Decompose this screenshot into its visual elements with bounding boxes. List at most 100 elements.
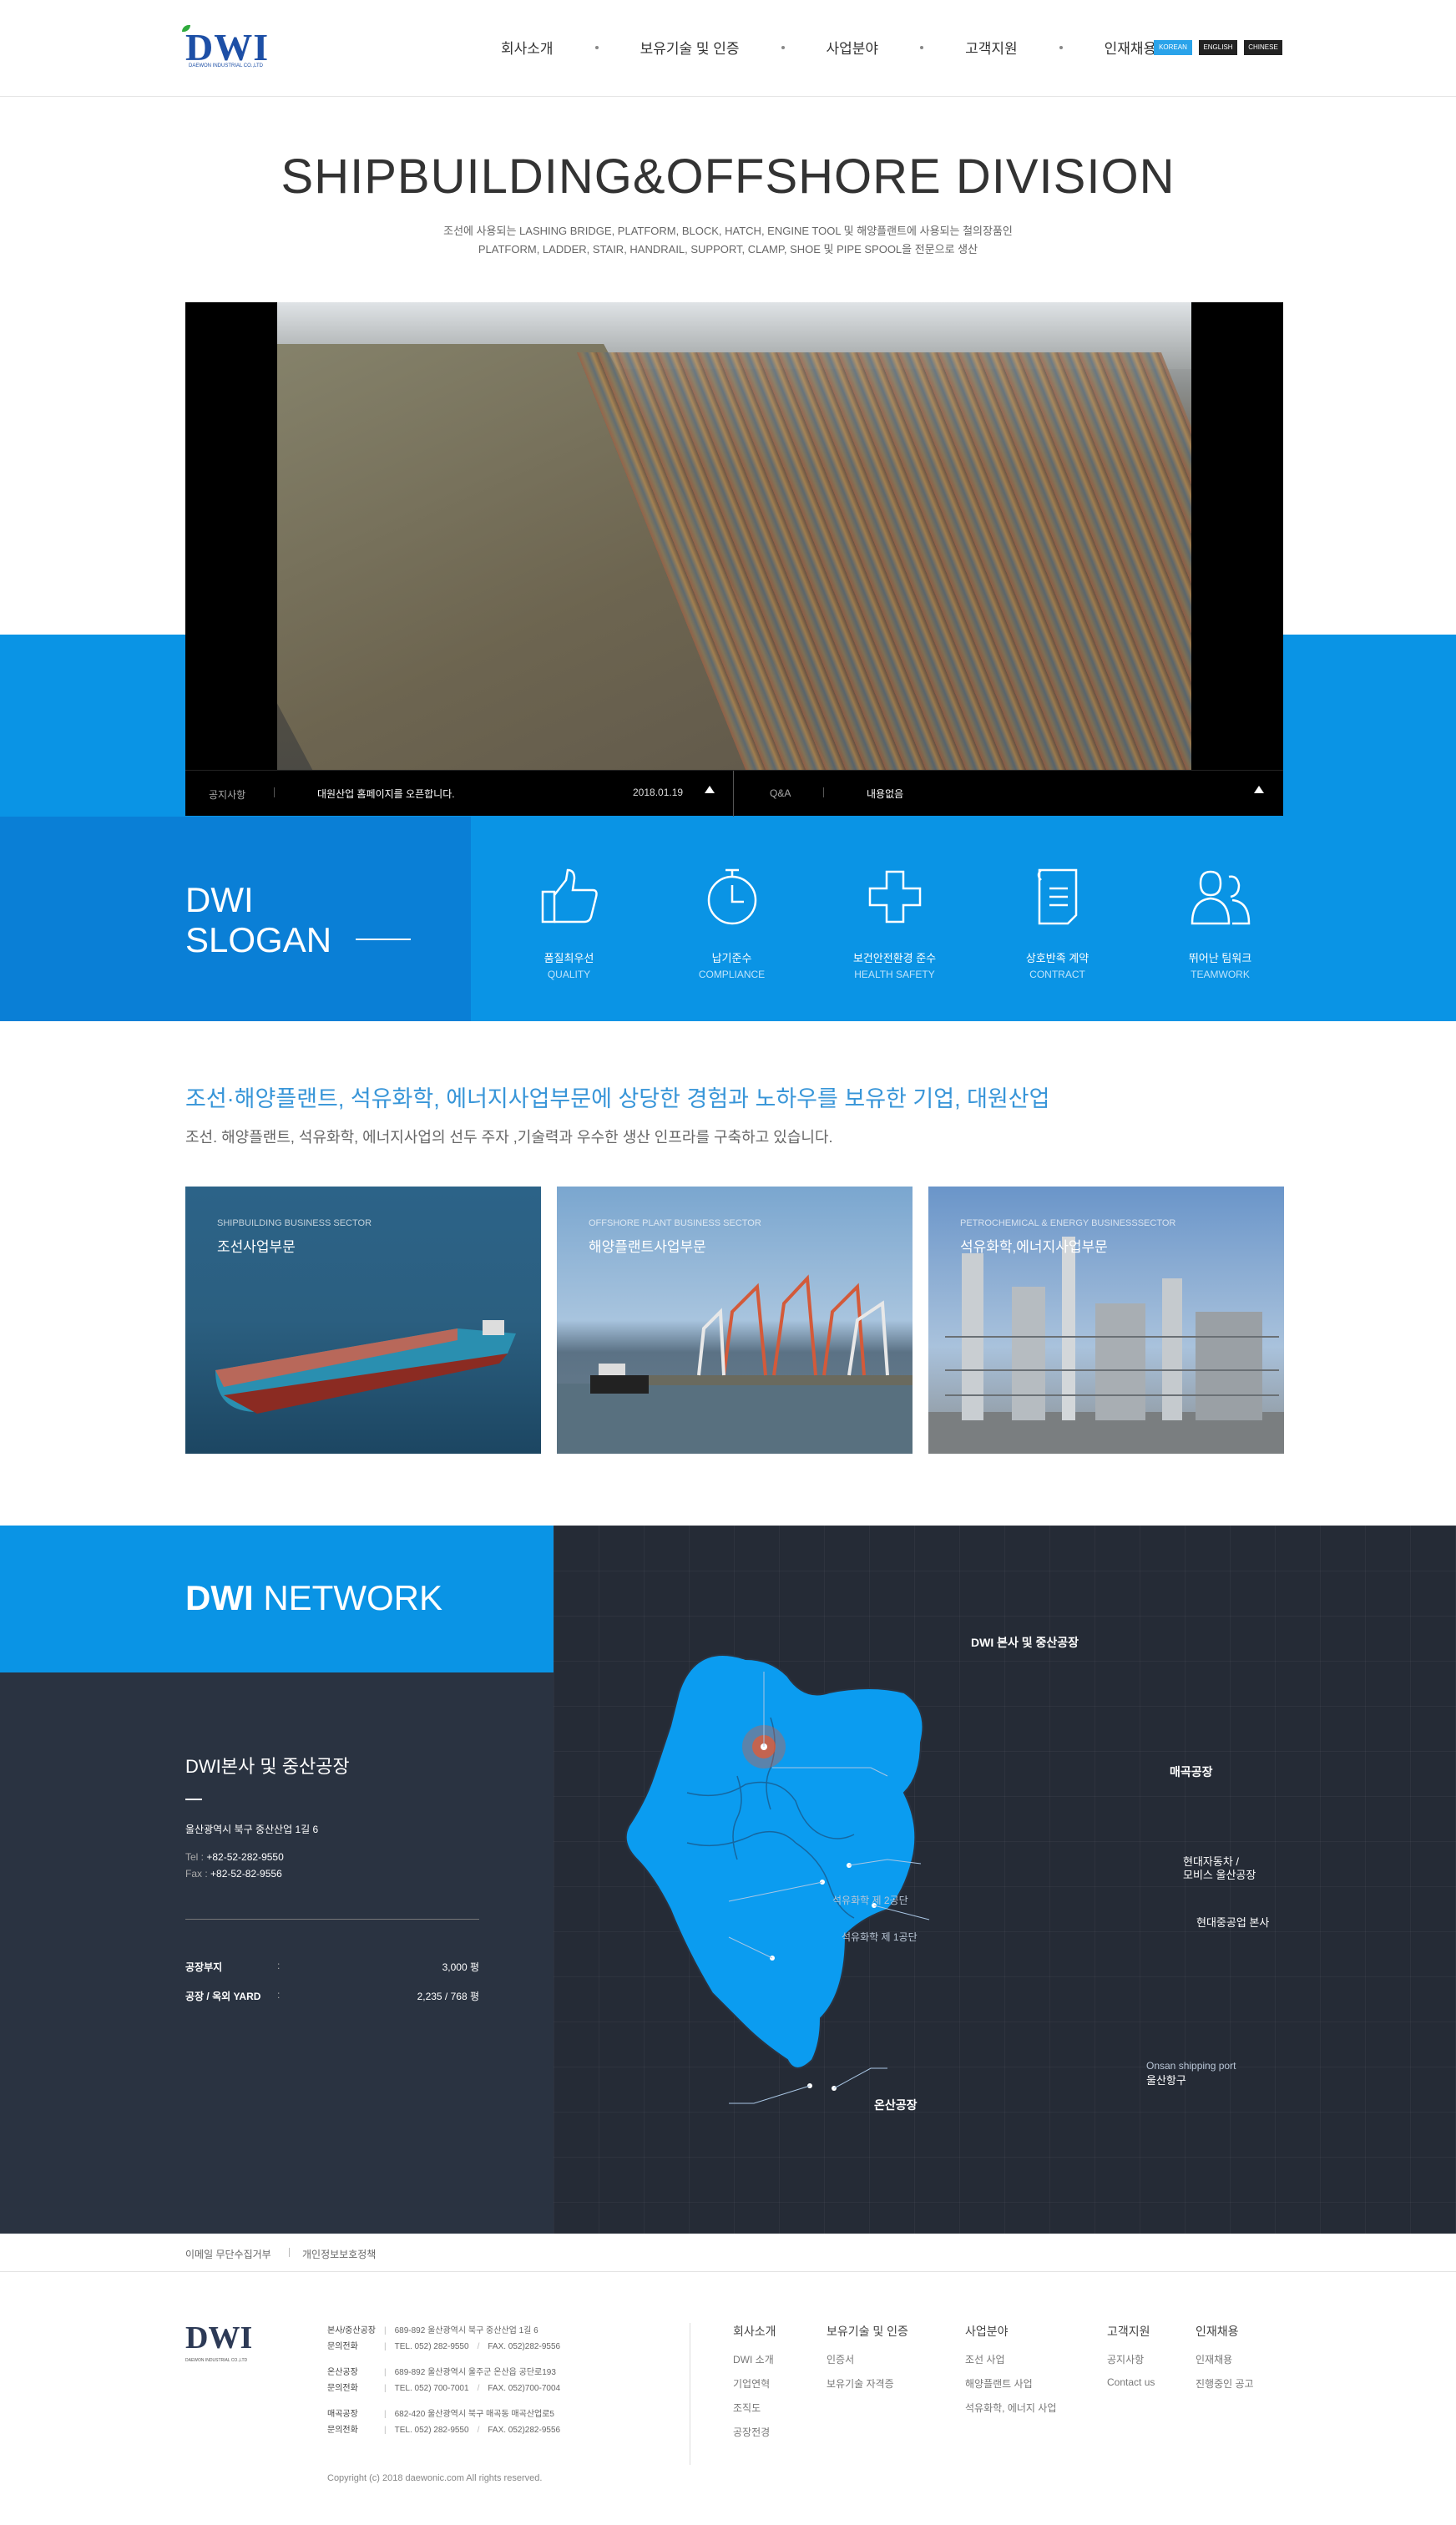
footer-link[interactable]: 인증서 — [827, 2352, 908, 2366]
footer-link[interactable]: 공지사항 — [1107, 2352, 1155, 2366]
qa-divider — [823, 787, 824, 797]
ulsan-map — [624, 1654, 930, 2104]
hq-address: 울산광역시 북구 중산산업 1길 6 — [185, 1824, 319, 1835]
team-icon — [1191, 870, 1250, 925]
footer-link[interactable]: 인재채용 — [1196, 2352, 1254, 2366]
footer-link[interactable]: 공장전경 — [733, 2425, 776, 2439]
port-aerial-image — [277, 302, 1191, 770]
footer-link[interactable]: 조선 사업 — [965, 2352, 1056, 2366]
hero-video[interactable]: 공지사항 대원산업 홈페이지를 오픈합니다. 2018.01.19 Q&A 내용… — [185, 302, 1283, 817]
map-label-hq[interactable]: DWI 본사 및 중산공장 — [971, 1634, 1079, 1651]
fax-label: Fax : — [185, 1868, 208, 1880]
page: DWI DAEWON INDUSTRIAL CO.,LTD 회사소개 보유기술 … — [0, 0, 1456, 2525]
map-label-hyundai-mobis[interactable]: 모비스 울산공장 — [1183, 1866, 1256, 1882]
footer-link[interactable]: DWI 소개 — [733, 2352, 776, 2366]
addr-sep: | — [384, 2426, 387, 2435]
addr-value: 682-420 울산광역시 북구 매곡동 매곡산업로5 — [394, 2410, 554, 2419]
clock-icon — [707, 868, 756, 925]
lang-korean-button[interactable]: KOREAN — [1154, 40, 1192, 55]
network-title-light: NETWORK — [253, 1578, 442, 1617]
map-region — [624, 1654, 924, 2069]
footer-address-onsan: 온산공장 | 689-892 울산광역시 울주군 온산읍 공단로193 문의전화 | T… — [327, 2365, 560, 2396]
lang-english-button[interactable]: ENGLISH — [1199, 40, 1237, 55]
addr-tel: TEL. 052) 282-9550 — [394, 2342, 469, 2351]
slogan-title-line2: SLOGAN — [185, 920, 332, 959]
slogan-ko: 뛰어난 팀워크 — [1188, 952, 1252, 964]
addr-fax: FAX. 052)700-7004 — [488, 2384, 561, 2393]
nav-company[interactable]: 회사소개 — [493, 37, 562, 58]
business-card-offshore[interactable]: OFFSHORE PLANT BUSINESS SECTOR 해양플랜트사업부문 — [557, 1187, 913, 1454]
main-nav: 회사소개 보유기술 및 인증 사업분야 고객지원 인재채용 — [493, 37, 1165, 58]
business-card-en: OFFSHORE PLANT BUSINESS SECTOR — [589, 1218, 761, 1228]
slogan-en: QUALITY — [547, 969, 591, 980]
notice-label: 공지사항 — [209, 789, 246, 801]
footer-link[interactable]: 보유기술 자격증 — [827, 2376, 908, 2391]
nav-separator — [781, 45, 785, 49]
footer-col-heading[interactable]: 보유기술 및 인증 — [827, 2323, 908, 2340]
map-label-petro2[interactable]: 석유화학 제 2공단 — [832, 1893, 908, 1907]
slogan-ko: 납기준수 — [711, 952, 752, 964]
footer-col-heading[interactable]: 사업분야 — [965, 2323, 1056, 2340]
hq-name: DWI본사 및 중산공장 — [185, 1756, 350, 1777]
map-label-onsan-factory[interactable]: 온산공장 — [874, 2097, 918, 2113]
footer-link[interactable]: 조직도 — [733, 2401, 776, 2415]
addr-value: 689-892 울산광역시 북구 중산산업 1길 6 — [394, 2326, 538, 2335]
footer-link[interactable]: 석유화학, 에너지 사업 — [965, 2401, 1056, 2415]
addr-label: 문의전화 — [327, 2342, 358, 2351]
business-card-ko: 석유화학,에너지사업부문 — [960, 1239, 1108, 1255]
document-icon — [1037, 868, 1077, 925]
footer-col-technology: 보유기술 및 인증 인증서 보유기술 자격증 — [827, 2323, 908, 2401]
nav-support[interactable]: 고객지원 — [957, 37, 1026, 58]
addr-fax: FAX. 052)282-9556 — [488, 2342, 561, 2351]
business-card-en: SHIPBUILDING BUSINESS SECTOR — [217, 1218, 372, 1228]
nav-separator — [594, 45, 599, 49]
row-value: 2,235 / 768 평 — [417, 1991, 479, 2002]
business-cards: SHIPBUILDING BUSINESS SECTOR 조선사업부문 OFFS… — [185, 1187, 1284, 1454]
nav-business[interactable]: 사업분야 — [818, 37, 887, 58]
footer-col-heading[interactable]: 인재채용 — [1196, 2323, 1254, 2340]
site-logo[interactable]: DWI DAEWON INDUSTRIAL CO.,LTD — [182, 25, 277, 72]
footer-col-heading[interactable]: 회사소개 — [733, 2323, 776, 2340]
slogan-item-teamwork: 뛰어난 팀워크 TEAMWORK — [1139, 863, 1302, 980]
notice-up-arrow-icon[interactable] — [705, 786, 715, 793]
slogan-item-quality: 품질최우선 QUALITY — [488, 863, 650, 980]
hero-title: SHIPBUILDING&OFFSHORE DIVISION — [281, 149, 1175, 204]
footer-link[interactable]: 해양플랜트 사업 — [965, 2376, 1056, 2391]
map-label-onsan-port-en[interactable]: Onsan shipping port — [1146, 2060, 1236, 2072]
notice-bar-divider — [733, 771, 734, 817]
qa-link[interactable]: 내용없음 — [867, 787, 903, 801]
slogan-ko: 품질최우선 — [543, 952, 594, 964]
footer-link[interactable]: 진행중인 공고 — [1196, 2376, 1254, 2391]
map-label-hyundai-heavy[interactable]: 현대중공업 본사 — [1196, 1914, 1269, 1930]
business-card-shipbuilding[interactable]: SHIPBUILDING BUSINESS SECTOR 조선사업부문 — [185, 1187, 541, 1454]
business-subtitle: 조선. 해양플랜트, 석유화학, 에너지사업의 선두 주자 ,기술력과 우수한 … — [185, 1129, 833, 1146]
hero-description: 조선에 사용되는 LASHING BRIDGE, PLATFORM, BLOCK… — [0, 222, 1456, 259]
map-label-maegok[interactable]: 매곡공장 — [1170, 1763, 1213, 1780]
footer-link[interactable]: 기업연혁 — [733, 2376, 776, 2391]
map-label-onsan-port-ko[interactable]: 울산항구 — [1146, 2072, 1186, 2087]
business-card-petrochemical[interactable]: PETROCHEMICAL & ENERGY BUSINESSSECTOR 석유… — [928, 1187, 1284, 1454]
qa-up-arrow-icon[interactable] — [1254, 786, 1264, 793]
addr-sep: / — [477, 2426, 480, 2435]
nav-separator — [1059, 45, 1063, 49]
business-card-en: PETROCHEMICAL & ENERGY BUSINESSSECTOR — [960, 1218, 1176, 1228]
fax-value: +82-52-82-9556 — [210, 1868, 282, 1880]
footer-logo[interactable]: DWI DAEWON INDUSTRIAL CO.,LTD — [185, 2320, 252, 2363]
ship-image — [215, 1320, 516, 1414]
footer-privacy-link[interactable]: 개인정보보호정책 — [302, 2247, 376, 2261]
nav-technology[interactable]: 보유기술 및 인증 — [632, 37, 748, 58]
footer-col-company: 회사소개 DWI 소개 기업연혁 조직도 공장전경 — [733, 2323, 776, 2449]
footer-logo-sub: DAEWON INDUSTRIAL CO.,LTD — [185, 2358, 248, 2363]
notice-link[interactable]: 대원산업 홈페이지를 오픈합니다. — [317, 787, 455, 801]
footer-col-recruit: 인재채용 인재채용 진행중인 공고 — [1196, 2323, 1254, 2401]
lang-chinese-button[interactable]: CHINESE — [1244, 40, 1282, 55]
addr-sep: / — [477, 2384, 480, 2393]
slogan-en: HEALTH SAFETY — [854, 969, 935, 980]
map-label-petro1[interactable]: 석유화학 제 1공단 — [842, 1930, 918, 1944]
footer-email-policy-link[interactable]: 이메일 무단수집거부 — [185, 2247, 271, 2261]
slogan-en: TEAMWORK — [1191, 969, 1250, 980]
slogan-ko: 보건안전환경 준수 — [852, 952, 937, 964]
footer-link[interactable]: Contact us — [1107, 2376, 1155, 2388]
footer-col-heading[interactable]: 고객지원 — [1107, 2323, 1155, 2340]
footer-address-hq: 본사/중산공장 | 689-892 울산광역시 북구 중산산업 1길 6 문의전화 |… — [327, 2323, 560, 2355]
